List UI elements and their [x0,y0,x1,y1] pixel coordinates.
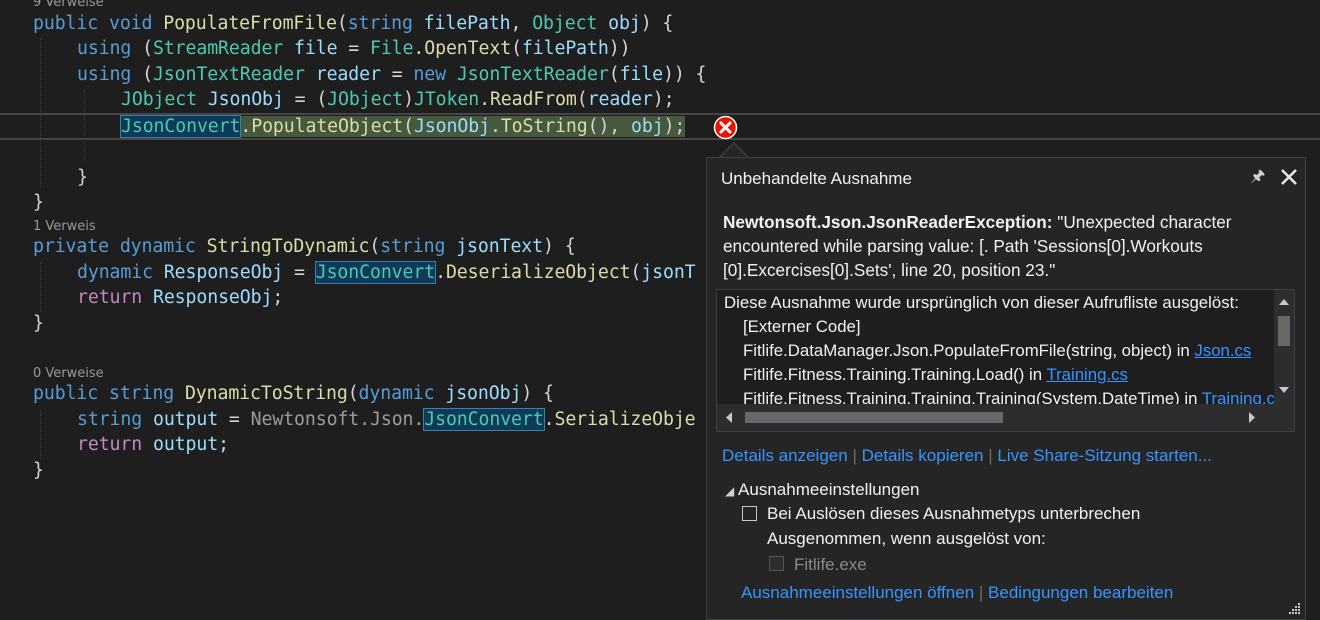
popup-title: Unbehandelte Ausnahme [721,169,912,188]
code-line-7: } [33,192,44,213]
copy-details-link[interactable]: Details kopieren [862,446,984,465]
scroll-thumb [1278,316,1290,346]
live-share-link[interactable]: Live Share-Sitzung starten... [997,446,1212,465]
collapse-triangle-icon: ◢ [725,484,735,498]
code-line-2: using (StreamReader file = File.OpenText… [77,38,631,59]
open-exception-settings-link[interactable]: Ausnahmeeinstellungen öffnen [741,583,974,602]
break-on-exception-checkbox[interactable] [742,506,757,521]
edit-conditions-link[interactable]: Bedingungen bearbeiten [988,583,1173,602]
resize-grip-icon[interactable] [1287,601,1301,615]
code-line-10: return ResponseObj; [77,287,284,308]
vertical-scrollbar[interactable] [1274,290,1294,404]
code-line-9: dynamic ResponseObj = JsonConvert.Deseri… [77,261,696,284]
highlighted-reference: JsonConvert [119,115,242,138]
code-line-8: private dynamic StringToDynamic(string j… [33,236,576,257]
scroll-thumb [745,412,1003,423]
indent-guide [40,410,41,460]
code-line-3: using (JsonTextReader reader = new JsonT… [77,64,707,85]
source-link[interactable]: Json.cs [1194,341,1251,360]
scroll-up-icon [1279,299,1289,305]
fitlife-exe-checkbox[interactable] [769,556,784,571]
exception-settings-header[interactable]: ◢ Ausnahmeeinstellungen [725,479,920,502]
code-line-12: public string DynamicToString(dynamic js… [33,383,554,404]
pin-icon[interactable]: 🖈 [1249,166,1267,188]
code-line-4: JObject JsonObj = (JObject)JToken.ReadFr… [121,89,675,110]
code-line-14: return output; [77,434,229,455]
break-on-exception-label: Bei Auslösen dieses Ausnahmetyps unterbr… [767,504,1141,523]
highlighted-reference: JsonConvert [314,261,437,284]
scroll-left-icon [726,412,732,423]
code-line-11: } [33,313,44,334]
stack-frame: Fitlife.Fitness.Training.Training.Load()… [743,365,1128,384]
code-line-5-current-statement: JsonConvert.PopulateObject(JsonObj.ToStr… [119,115,686,138]
footer-links: Ausnahmeeinstellungen öffnen | Bedingung… [741,583,1174,602]
code-line-1: public void PopulateFromFile(string file… [33,13,674,34]
scroll-right-icon [1249,412,1255,423]
error-icon[interactable] [713,115,738,140]
source-link[interactable]: Training.cs [1046,365,1127,384]
show-details-link[interactable]: Details anzeigen [722,446,848,465]
code-line-6: } [77,167,88,188]
exception-message: Newtonsoft.Json.JsonReaderException: "Un… [723,212,1232,280]
exception-type: Newtonsoft.Json.JsonReaderException: [723,212,1053,232]
horizontal-scrollbar[interactable] [717,404,1294,431]
call-stack-box[interactable]: Diese Ausnahme wurde ursprünglich von di… [716,289,1295,432]
close-icon[interactable] [1277,164,1301,190]
highlighted-reference: JsonConvert [423,408,545,431]
code-line-15: } [33,460,44,481]
stack-header: Diese Ausnahme wurde ursprünglich von di… [724,293,1239,312]
except-when-label: Ausgenommen, wenn ausgelöst von: [767,529,1046,548]
exception-popup: Unbehandelte Ausnahme 🖈 Newtonsoft.Json.… [706,157,1306,620]
stack-frame: Fitlife.DataManager.Json.PopulateFromFil… [743,341,1252,360]
code-line-13: string output = Newtonsoft.Json.JsonConv… [77,408,696,431]
scroll-down-icon [1279,387,1289,393]
action-links: Details anzeigen | Details kopieren | Li… [722,446,1212,465]
indent-guide [40,38,41,188]
indent-guide [40,262,41,312]
indent-guide [84,90,85,162]
fitlife-exe-label: Fitlife.exe [794,555,867,574]
stack-frame: [Externer Code] [743,317,861,336]
